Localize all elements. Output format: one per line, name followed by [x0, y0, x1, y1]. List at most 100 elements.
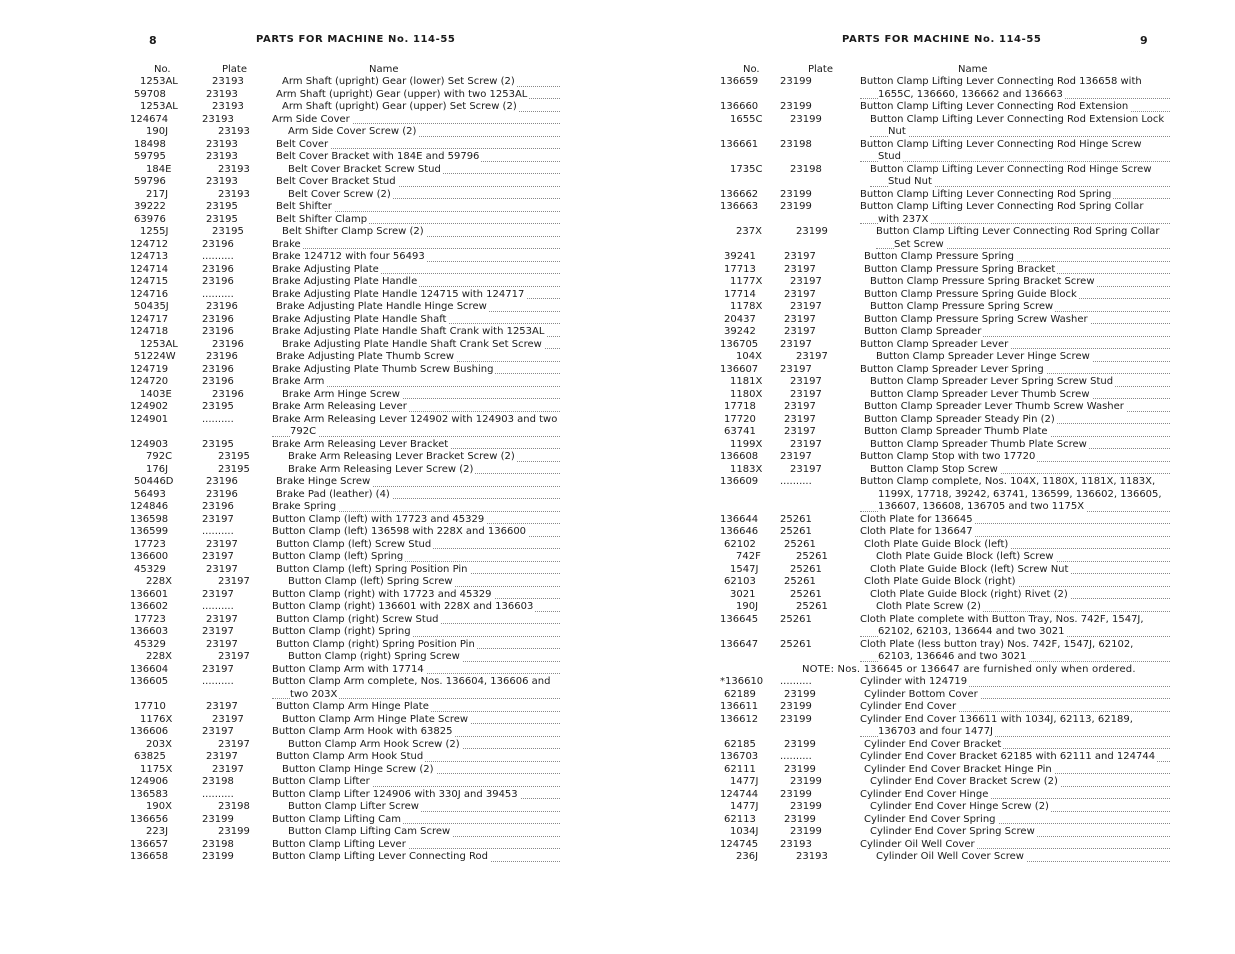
- part-name-text: Cloth Plate Guide Block (left) Screw Nut: [870, 563, 1071, 575]
- part-number: 124745: [720, 838, 759, 850]
- part-name-text: Button Clamp Hinge Screw (2): [282, 763, 436, 775]
- part-name: Button Clamp Spreader Lever: [860, 338, 1170, 352]
- part-name-text: Cylinder End Cover Bracket: [864, 738, 1004, 750]
- table-row: 17710 23197 Button Clamp Arm Hinge Plate: [130, 701, 560, 714]
- part-name-text: Button Clamp Pressure Spring Screw: [870, 301, 1056, 312]
- part-name: Cylinder Oil Well Cover: [860, 838, 1170, 852]
- part-number: 136602: [130, 601, 169, 612]
- part-name: Button Clamp Pressure Spring Bracket: [864, 263, 1170, 277]
- part-name-text: Cylinder End Cover Bracket 62185 with 62…: [860, 751, 1158, 762]
- part-name-continuation-text: 62102, 62103, 136644 and two 3021: [878, 626, 1067, 637]
- part-name-text: Cylinder Bottom Cover: [864, 688, 980, 700]
- table-row: 17718 23197 Button Clamp Spreader Lever Th…: [720, 401, 1170, 414]
- part-name-continuation: 136703 and four 1477J: [860, 726, 1170, 739]
- part-name-text: Button Clamp (right) Spring Position Pin: [276, 638, 477, 650]
- part-number: 136657: [130, 838, 169, 850]
- table-row: 136645 25261 Cloth Plate complete with But…: [720, 613, 1170, 639]
- plate-number: 23193: [212, 76, 244, 87]
- part-number: 136705: [720, 338, 759, 350]
- plate-number: 23199: [790, 776, 822, 787]
- part-number: 136647: [720, 638, 759, 650]
- plate-number: 23199: [796, 226, 828, 237]
- part-number: 17723: [134, 613, 166, 625]
- part-name: Button Clamp Spreader Lever Hinge Screw: [876, 351, 1170, 364]
- table-row: 236J 23193 Cylinder Oil Well Cover Screw: [720, 851, 1170, 864]
- part-name-continuation: 1655C, 136660, 136662 and 136663: [860, 88, 1170, 102]
- plate-number: 23195: [202, 401, 234, 412]
- part-name-text: Brake Adjusting Plate: [272, 263, 381, 275]
- part-name-continuation: two 203X: [272, 688, 560, 702]
- table-row: 3021 25261 Cloth Plate Guide Block (right)…: [720, 588, 1170, 602]
- table-row: 1177X 23197 Button Clamp Pressure Spring B…: [720, 276, 1170, 289]
- plate-number: 25261: [780, 513, 812, 525]
- column-headers: No. Plate Name: [130, 64, 560, 76]
- part-number: 124716: [130, 288, 169, 300]
- part-name-text: Button Clamp Stop with two 17720: [860, 451, 1038, 462]
- part-name: Cylinder End Cover Bracket: [864, 738, 1170, 752]
- part-name: Belt Cover Bracket Screw Stud: [288, 163, 560, 177]
- plate-number: 23197: [202, 663, 234, 675]
- part-name-text: Button Clamp Spreader Thumb Plate: [864, 426, 1050, 437]
- part-name-text: Brake: [272, 238, 303, 250]
- part-name-text: Button Clamp (right) with 17723 and 4532…: [272, 588, 494, 600]
- plate-number: 23197: [790, 376, 822, 387]
- part-number: 59795: [134, 151, 166, 162]
- part-name-continuation: 1199X, 17718, 39242, 63741, 136599, 1366…: [860, 488, 1170, 502]
- part-name: Cloth Plate complete with Button Tray, N…: [860, 613, 1170, 639]
- part-number: 62103: [724, 576, 756, 587]
- part-name-continuation: Stud: [860, 151, 1170, 164]
- part-name-text: Button Clamp Spreader Steady Pin (2): [864, 413, 1057, 425]
- plate-number: 23199: [784, 813, 816, 825]
- part-name-text: Button Clamp Lifting Lever Connecting Ro…: [860, 201, 1146, 212]
- part-name-text: Arm Side Cover: [272, 113, 352, 125]
- part-name: Button Clamp Arm Hook Screw (2): [288, 738, 560, 752]
- part-name-text: Brake Arm Hinge Screw: [282, 388, 402, 400]
- part-name-text: Button Clamp Stop Screw: [870, 463, 1000, 475]
- plate-number: 23196: [202, 376, 234, 387]
- part-number: 136659: [720, 76, 759, 87]
- dot-leader: [272, 247, 560, 249]
- part-name: Button Clamp Arm Hook with 63825: [272, 726, 560, 739]
- plate-number: 23196: [202, 263, 234, 275]
- part-name: Button Clamp Spreader Lever Thumb Screw: [870, 388, 1170, 402]
- part-name: Button Clamp Arm Hinge Plate: [276, 701, 560, 714]
- part-name: Brake Adjusting Plate Thumb Screw Bushin…: [272, 363, 560, 377]
- table-row: 1403E 23196 Brake Arm Hinge Screw: [130, 388, 560, 402]
- part-name: Brake Adjusting Plate Handle Shaft: [272, 313, 560, 327]
- table-row: 62185 23199 Cylinder End Cover Bracket: [720, 738, 1170, 752]
- table-row: 136656 23199 Button Clamp Lifting Cam: [130, 813, 560, 827]
- part-number: 17723: [134, 538, 166, 550]
- part-name-text: Cylinder Oil Well Cover: [860, 838, 977, 850]
- part-name: Button Clamp Arm complete, Nos. 136604, …: [272, 676, 560, 701]
- part-number: 136583: [130, 788, 169, 800]
- table-row: 136583.......... Button Clamp Lifter 1249…: [130, 788, 560, 802]
- table-row: 124719 23196 Brake Adjusting Plate Thumb S…: [130, 363, 560, 377]
- part-name-text: Cloth Plate Guide Block (right) Rivet (2…: [870, 588, 1070, 600]
- part-number: 136658: [130, 851, 169, 862]
- part-name: Cylinder with 124719: [860, 676, 1170, 689]
- table-row: 17723 23197 Button Clamp (left) Screw Stud: [130, 538, 560, 552]
- part-number: 792C: [146, 451, 173, 462]
- table-row: 136612 23199 Cylinder End Cover 136611 wit…: [720, 713, 1170, 739]
- plate-number: 23196: [202, 363, 234, 375]
- part-name-continuation: 792C: [272, 426, 560, 439]
- part-name-text: Arm Side Cover Screw (2): [288, 126, 419, 137]
- part-number: 136601: [130, 588, 169, 600]
- table-row: 124717 23196 Brake Adjusting Plate Handle …: [130, 313, 560, 327]
- table-row: 124901.......... Brake Arm Releasing Leve…: [130, 413, 560, 439]
- table-row: 18498 23193 Belt Cover: [130, 138, 560, 152]
- plate-number: 23199: [784, 688, 816, 700]
- plate-number: 23197: [784, 413, 816, 425]
- part-name-continuation: 136607, 136608, 136705 and two 1175X: [860, 501, 1170, 514]
- table-row: 1175X 23197 Button Clamp Hinge Screw (2): [130, 763, 560, 777]
- plate-number: ..........: [202, 676, 234, 687]
- right-page: PARTS FOR MACHINE No. 114-55 9 No. Plate…: [620, 0, 1235, 954]
- part-name-text: Button Clamp Spreader Lever Spring Screw…: [870, 376, 1116, 387]
- part-number: 124846: [130, 501, 169, 512]
- part-name: Button Clamp (left) Spring: [272, 551, 560, 564]
- table-row: 59708 23193 Arm Shaft (upright) Gear (uppe…: [130, 88, 560, 102]
- table-row: 1183X 23197 Button Clamp Stop Screw: [720, 463, 1170, 477]
- plate-number: ..........: [780, 676, 812, 687]
- part-name-text: Button Clamp Spreader Lever Spring: [860, 363, 1046, 375]
- part-number: 136611: [720, 701, 759, 712]
